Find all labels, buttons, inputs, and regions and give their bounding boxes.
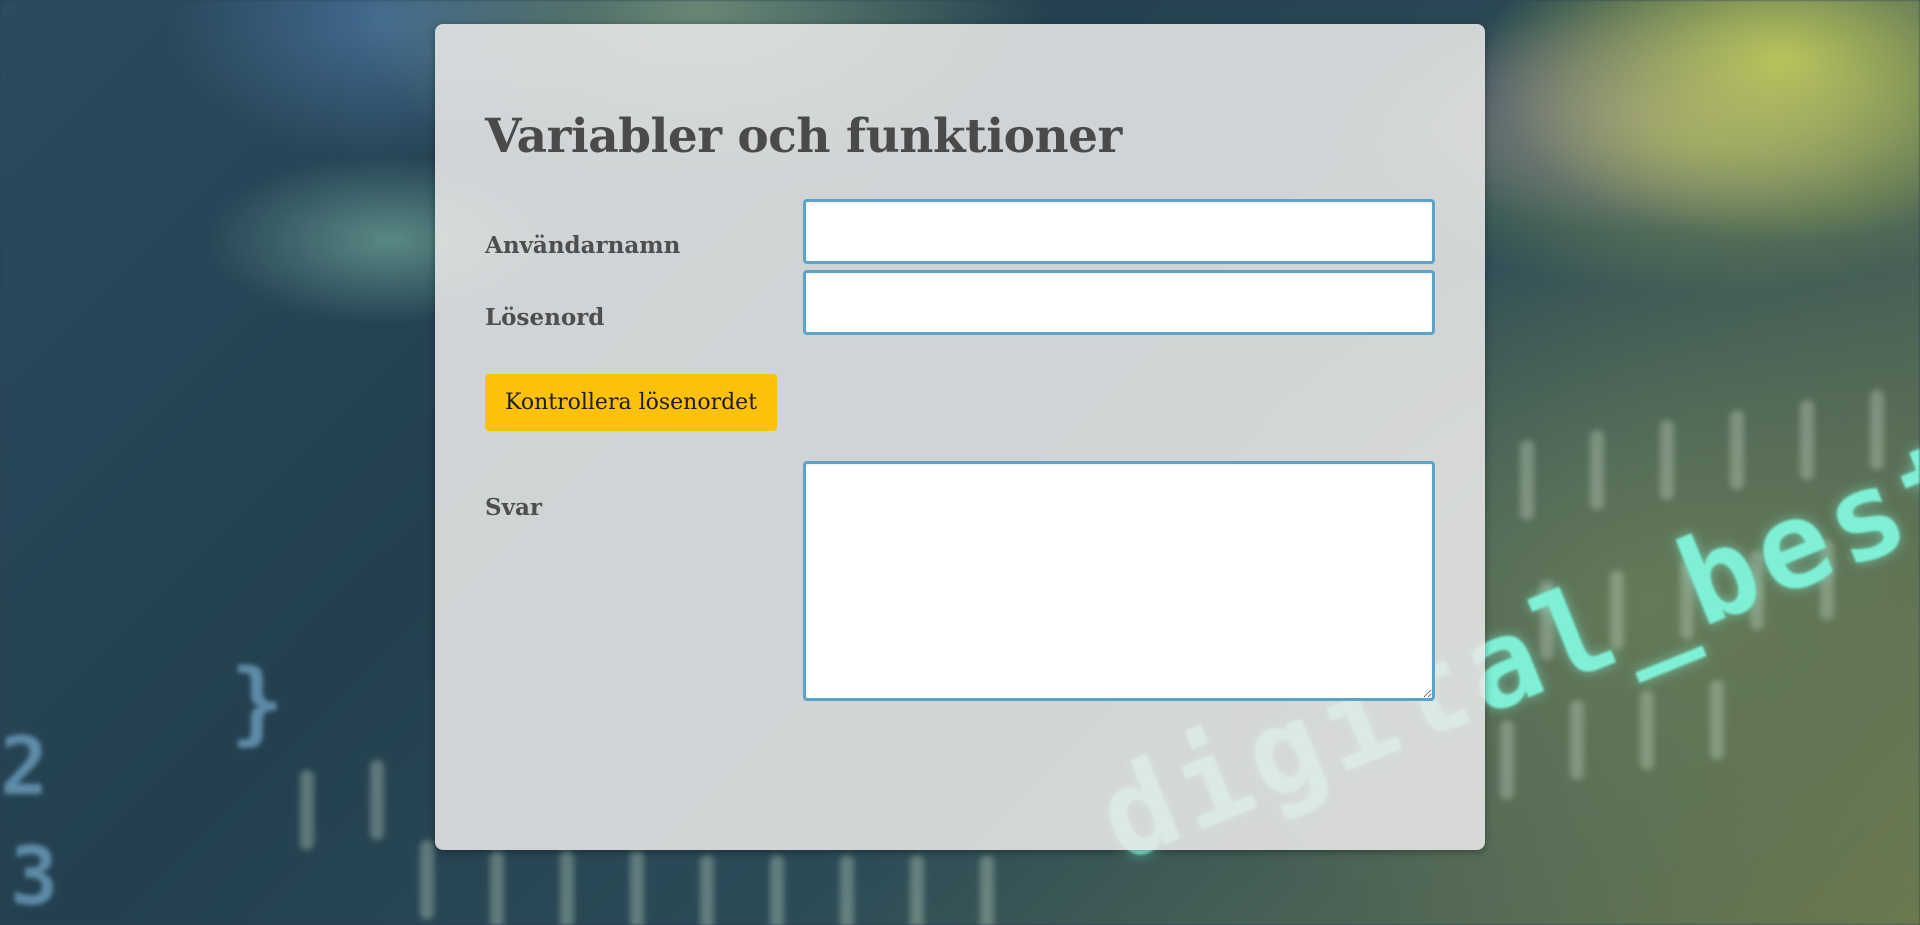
bg-dash	[1640, 690, 1654, 770]
bg-brace-glyph: }	[230, 650, 285, 755]
bg-dash	[1660, 420, 1674, 500]
bg-dash	[1570, 700, 1584, 780]
bg-dash	[560, 850, 574, 925]
password-label: Lösenord	[485, 304, 605, 331]
username-label: Användarnamn	[485, 232, 681, 259]
answer-textarea[interactable]	[803, 461, 1435, 701]
bg-dash	[1520, 440, 1534, 520]
bg-dash	[630, 850, 644, 925]
bg-dash	[1730, 410, 1744, 490]
bg-dash	[420, 840, 434, 920]
bg-dash	[370, 760, 384, 840]
answer-label: Svar	[485, 494, 542, 521]
bg-dash	[490, 850, 504, 925]
bg-dash	[300, 770, 314, 850]
bg-dash	[980, 855, 994, 925]
bg-dash	[1590, 430, 1604, 510]
password-input[interactable]	[803, 270, 1435, 335]
bg-dash	[910, 855, 924, 925]
bg-digit-glyph: 2	[0, 720, 49, 813]
username-input[interactable]	[803, 199, 1435, 264]
bg-digit-glyph: 3	[10, 830, 59, 923]
form-panel: Variabler och funktioner Användarnamn Lö…	[435, 24, 1485, 850]
bg-dash	[700, 855, 714, 925]
bg-dash	[770, 855, 784, 925]
bg-dash	[1710, 680, 1724, 760]
page-title: Variabler och funktioner	[485, 109, 1122, 164]
check-password-button[interactable]: Kontrollera lösenordet	[485, 374, 778, 431]
bg-dash	[840, 855, 854, 925]
